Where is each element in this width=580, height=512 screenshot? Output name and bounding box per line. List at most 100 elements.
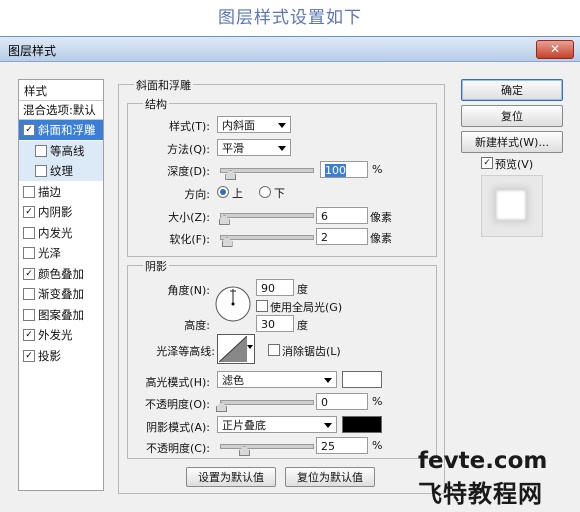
angle-input-value: 90 (261, 282, 275, 295)
altitude-input-value: 30 (261, 318, 275, 331)
style-item-checkbox[interactable] (35, 165, 47, 177)
style-item[interactable]: 纹理 (19, 161, 103, 181)
style-item-label: 描边 (38, 184, 61, 199)
direction-down-radio[interactable] (259, 186, 271, 198)
style-item-label: 等高线 (50, 143, 85, 158)
style-item-label: 斜面和浮雕 (38, 123, 96, 137)
style-item[interactable]: ✓ 斜面和浮雕 (19, 120, 103, 140)
style-item-checkbox[interactable]: ✓ (23, 329, 35, 341)
global-light-checkbox[interactable] (256, 300, 268, 312)
style-item[interactable]: ✓ 投影 (19, 346, 103, 366)
chevron-down-icon (324, 423, 332, 428)
style-item[interactable]: ✓ 内阴影 (19, 202, 103, 222)
styles-list: 样式 混合选项:默认 ✓ 斜面和浮雕 等高线 纹理 描边 ✓ 内阴影 内发光 光泽 ✓ 颜色叠加 渐变… (18, 79, 104, 491)
style-item-checkbox[interactable]: ✓ (23, 267, 35, 280)
angle-input[interactable]: 90 (256, 279, 294, 296)
size-slider-track[interactable] (220, 213, 314, 218)
shadow-mode-select[interactable]: 正片叠底 (217, 416, 337, 433)
close-icon: ✕ (549, 42, 561, 56)
style-preview-thumbnail (481, 175, 543, 237)
blend-options-item[interactable]: 混合选项:默认 (19, 100, 103, 120)
size-input-value: 6 (321, 210, 328, 223)
anti-alias-label: 消除锯齿(L) (282, 345, 341, 358)
window-title: 图层样式 (8, 44, 57, 58)
soften-unit: 像素 (370, 232, 392, 245)
style-item-checkbox[interactable] (23, 185, 35, 198)
gloss-contour-label: 光泽等高线: (156, 345, 215, 358)
style-select-value: 内斜面 (222, 119, 255, 132)
style-item-checkbox[interactable] (23, 247, 35, 259)
angle-unit: 度 (297, 283, 308, 296)
style-item[interactable]: 图案叠加 (19, 305, 103, 325)
page-caption: 图层样式设置如下 (218, 8, 362, 28)
technique-label: 方法(Q): (167, 143, 210, 156)
style-item-checkbox[interactable]: ✓ (23, 206, 35, 218)
style-label: 样式(T): (168, 120, 210, 133)
size-input[interactable]: 6 (316, 207, 368, 224)
altitude-label: 高度: (184, 319, 210, 332)
soften-input-value: 2 (321, 231, 328, 244)
make-default-button[interactable]: 设置为默认值 (186, 467, 276, 487)
highlight-mode-select[interactable]: 滤色 (217, 371, 337, 388)
style-item-checkbox[interactable]: ✓ (23, 124, 35, 136)
gloss-contour-picker[interactable] (217, 334, 255, 364)
style-item[interactable]: ✓ 外发光 (19, 325, 103, 345)
shading-title: 阴影 (143, 258, 169, 274)
depth-input[interactable]: 100 (320, 161, 368, 178)
style-item-checkbox[interactable] (23, 226, 35, 239)
soften-input[interactable]: 2 (316, 228, 368, 245)
title-bar: 图层样式 ✕ (0, 37, 580, 62)
reset-button[interactable]: 复位 (461, 105, 563, 127)
direction-up-radio[interactable] (217, 186, 229, 198)
preview-swatch (496, 190, 526, 220)
make-default-label: 设置为默认值 (198, 471, 264, 484)
structure-title: 结构 (143, 96, 169, 112)
style-item[interactable]: 描边 (19, 182, 103, 202)
style-item-label: 图案叠加 (38, 307, 84, 322)
shadow-mode-value: 正片叠底 (222, 419, 266, 432)
global-light-label: 使用全局光(G) (270, 301, 343, 314)
style-item-label: 渐变叠加 (38, 287, 84, 301)
style-item-label: 内发光 (38, 225, 73, 240)
watermark-domain: fevte.com (418, 448, 548, 474)
ok-label: 确定 (501, 84, 523, 97)
close-button[interactable]: ✕ (536, 40, 574, 59)
highlight-mode-value: 滤色 (222, 374, 244, 387)
highlight-opacity-track[interactable] (220, 400, 314, 405)
new-style-button[interactable]: 新建样式(W)... (461, 131, 563, 153)
altitude-input[interactable]: 30 (256, 315, 294, 332)
size-label: 大小(Z): (168, 211, 210, 224)
style-item[interactable]: ✓ 颜色叠加 (19, 264, 103, 284)
soften-slider-track[interactable] (220, 235, 314, 240)
style-item[interactable]: 光泽 (19, 243, 103, 263)
style-select[interactable]: 内斜面 (217, 116, 291, 133)
altitude-unit: 度 (297, 319, 308, 332)
style-item-checkbox[interactable] (23, 288, 35, 300)
style-item-checkbox[interactable] (23, 308, 35, 321)
angle-dial[interactable] (214, 285, 252, 323)
soften-label: 软化(F): (169, 233, 210, 246)
anti-alias-checkbox[interactable] (268, 344, 280, 356)
preview-checkbox[interactable]: ✓ (481, 157, 493, 169)
style-item[interactable]: 渐变叠加 (19, 284, 103, 304)
reset-default-label: 复位为默认值 (297, 471, 363, 484)
style-item[interactable]: 内发光 (19, 223, 103, 243)
reset-default-button[interactable]: 复位为默认值 (285, 467, 375, 487)
technique-select[interactable]: 平滑 (217, 139, 291, 156)
shadow-opacity-unit: % (372, 439, 383, 452)
style-item-checkbox[interactable]: ✓ (23, 349, 35, 362)
ok-button[interactable]: 确定 (461, 79, 563, 101)
shadow-color-swatch[interactable] (342, 416, 382, 433)
highlight-opacity-input[interactable]: 0 (316, 393, 368, 410)
style-item-label: 纹理 (50, 164, 73, 178)
highlight-opacity-unit: % (372, 395, 383, 408)
shadow-opacity-track[interactable] (220, 444, 314, 449)
style-item[interactable]: 等高线 (19, 140, 103, 161)
depth-slider-track[interactable] (220, 168, 314, 173)
style-item-checkbox[interactable] (35, 144, 47, 157)
shadow-opacity-input[interactable]: 25 (316, 437, 368, 454)
depth-label: 深度(D): (167, 165, 210, 178)
style-item-label: 外发光 (38, 328, 73, 342)
highlight-color-swatch[interactable] (342, 371, 382, 388)
chevron-down-icon (278, 123, 286, 128)
